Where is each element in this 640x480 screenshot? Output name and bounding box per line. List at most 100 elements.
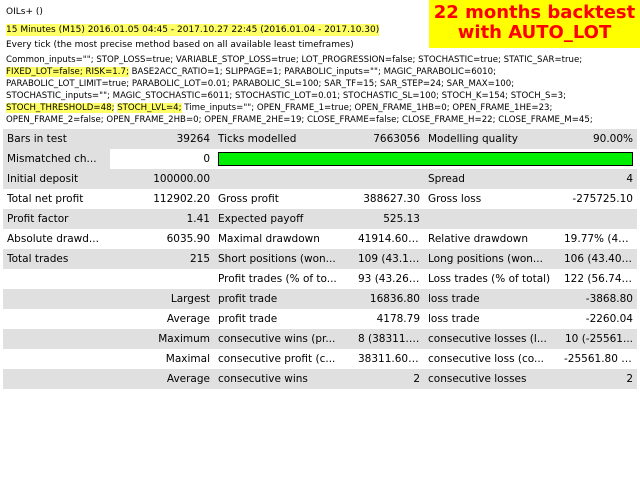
table-row: Total trades 215 Short positions (won...…: [3, 249, 637, 269]
cell-label: Profit factor: [3, 209, 110, 229]
cell-value: 10 (-25561...: [560, 329, 637, 349]
cell-label: Total trades: [3, 249, 110, 269]
modelling-quality-bar: [218, 152, 633, 166]
cell-label: consecutive wins (pr...: [214, 329, 354, 349]
cell-label: loss trade: [428, 313, 480, 325]
cell-value: 16836.80: [354, 289, 424, 309]
cell-empty: [3, 309, 110, 329]
cell-label: consecutive loss (co...: [428, 353, 544, 365]
cell-value: 93 (43.26%): [358, 273, 423, 285]
params-line-5-rest: Time_inputs=""; OPEN_FRAME_1=true; OPEN_…: [181, 103, 553, 113]
table-row: Mismatched ch... 0: [3, 149, 637, 169]
cell-value: -2260.04: [585, 313, 633, 325]
table-row: Absolute drawd... 6035.90 Maximal drawdo…: [3, 229, 637, 249]
stoch-lvl-highlight: STOCH_LVL=4;: [117, 103, 182, 113]
cell-value: 4178.79: [376, 313, 420, 325]
cell-label: Maximum: [110, 329, 214, 349]
cell-empty: [560, 209, 637, 229]
cell-value: 112902.20: [153, 193, 210, 205]
cell-value: 41914.60 (1...: [358, 233, 424, 245]
cell-value: 109 (43.12%): [354, 249, 424, 269]
cell-label: Expected payoff: [214, 209, 354, 229]
cell-value: 2: [354, 369, 424, 389]
banner-line-1: 22 months backtest: [433, 2, 636, 23]
cell-value: 38311.60 (8): [358, 353, 424, 365]
cell-label: Bars in test: [3, 129, 110, 149]
params-line-6: OPEN_FRAME_2=false; OPEN_FRAME_2HB=0; OP…: [6, 115, 593, 125]
params-line-1: Common_inputs=""; STOP_LOSS=true; VARIAB…: [6, 55, 583, 65]
cell-label: Gross loss: [428, 193, 482, 205]
input-parameters: Common_inputs=""; STOP_LOSS=true; VARIAB…: [6, 54, 636, 126]
cell-label: Total net profit: [7, 193, 84, 205]
cell-label: Average: [166, 313, 210, 325]
cell-empty: [3, 369, 110, 389]
cell-value: 525.13: [354, 209, 424, 229]
cell-label: Profit trades (% of to...: [218, 273, 337, 285]
model-description: Every tick (the most precise method base…: [6, 40, 354, 50]
cell-label: Largest: [110, 289, 214, 309]
cell-empty: [3, 329, 110, 349]
cell-label: Long positions (won...: [424, 249, 560, 269]
params-line-5: STOCH_THRESHOLD=48; STOCH_LVL=4; Time_in…: [6, 102, 636, 114]
table-row: Largest profit trade 16836.80 loss trade…: [3, 289, 637, 309]
cell-value: 6035.90: [166, 233, 210, 245]
params-line-2-rest: BASE2ACC_RATIO=1; SLIPPAGE=1; PARABOLIC_…: [128, 67, 497, 77]
cell-label: Short positions (won...: [214, 249, 354, 269]
cell-value: 106 (43.40%): [560, 249, 637, 269]
table-row: Average consecutive wins 2 consecutive l…: [3, 369, 637, 389]
cell-value: 2: [560, 369, 637, 389]
report-title: OILs+ (): [6, 7, 43, 17]
cell-value: -3868.80: [560, 289, 637, 309]
banner-line-2: with AUTO_LOT: [457, 22, 612, 43]
cell-label: Average: [110, 369, 214, 389]
cell-label: Maximal: [165, 353, 210, 365]
table-row: Bars in test 39264 Ticks modelled 766305…: [3, 129, 637, 149]
cell-value: 39264: [110, 129, 214, 149]
cell-empty: [3, 289, 110, 309]
cell-label: consecutive losses (l...: [424, 329, 560, 349]
cell-label: Spread: [424, 169, 560, 189]
cell-label: loss trade: [424, 289, 560, 309]
cell-label: Maximal drawdown: [218, 233, 320, 245]
cell-label: consecutive profit (c...: [218, 353, 336, 365]
cell-empty: [354, 169, 424, 189]
cell-value: 19.77% (41...: [564, 233, 635, 245]
cell-label: Loss trades (% of total): [428, 273, 551, 285]
cell-label: Absolute drawd...: [7, 233, 99, 245]
promo-banner: 22 months backtest with AUTO_LOT: [429, 0, 640, 48]
cell-value: 100000.00: [110, 169, 214, 189]
params-line-2: FIXED_LOT=false; RISK=1.7; BASE2ACC_RATI…: [6, 66, 636, 78]
table-row: Total net profit 112902.20 Gross profit …: [3, 189, 637, 209]
params-line-4: STOCHASTIC_inputs=""; MAGIC_STOCHASTIC=6…: [6, 91, 567, 101]
cell-value: -25561.80 (...: [564, 353, 636, 365]
cell-empty: [110, 269, 214, 289]
cell-value: 0: [203, 153, 210, 165]
quality-bar-cell: [214, 149, 637, 169]
table-row: Profit trades (% of to... 93 (43.26%) Lo…: [3, 269, 637, 289]
test-period: 15 Minutes (M15) 2016.01.05 04:45 - 2017…: [6, 24, 380, 36]
cell-value: 388627.30: [363, 193, 420, 205]
cell-empty: [214, 169, 354, 189]
table-row: Maximum consecutive wins (pr... 8 (38311…: [3, 329, 637, 349]
cell-value: 122 (56.74%): [564, 273, 636, 285]
cell-label: profit trade: [214, 289, 354, 309]
table-row: Maximal consecutive profit (c... 38311.6…: [3, 349, 637, 369]
table-row: Initial deposit 100000.00 Spread 4: [3, 169, 637, 189]
cell-label: Initial deposit: [3, 169, 110, 189]
params-line-3: PARABOLIC_LOT_LIMIT=true; PARABOLIC_LOT=…: [6, 79, 515, 89]
table-row: Profit factor 1.41 Expected payoff 525.1…: [3, 209, 637, 229]
cell-label: Gross profit: [218, 193, 279, 205]
cell-label: Relative drawdown: [428, 233, 529, 245]
fixed-lot-risk-highlight: FIXED_LOT=false; RISK=1.7;: [6, 67, 129, 77]
cell-empty: [3, 269, 110, 289]
cell-value: 7663056: [354, 129, 424, 149]
table-row: Average profit trade 4178.79 loss trade …: [3, 309, 637, 329]
cell-empty: [3, 349, 110, 369]
cell-label: consecutive wins: [214, 369, 354, 389]
cell-label: Modelling quality: [424, 129, 560, 149]
cell-value: 215: [110, 249, 214, 269]
cell-label: Ticks modelled: [214, 129, 354, 149]
cell-value: 4: [560, 169, 637, 189]
cell-label: consecutive losses: [424, 369, 560, 389]
cell-value: 90.00%: [560, 129, 637, 149]
